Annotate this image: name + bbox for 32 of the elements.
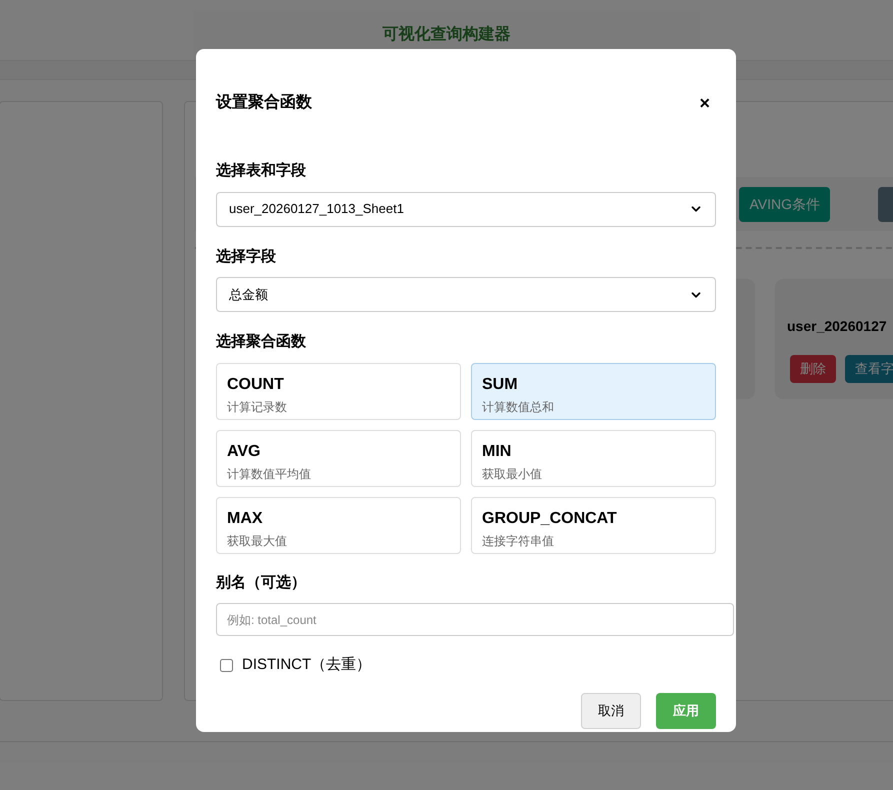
function-option[interactable]: SUM 计算数值总和 — [471, 362, 716, 420]
app-title: 可视化查询构建器 — [382, 24, 510, 45]
function-description: 计算数值平均值 — [227, 466, 312, 482]
checkbox-label: DISTINCT（去重） — [242, 655, 372, 675]
close-button[interactable]: × — [699, 94, 710, 112]
field-label: 选择字段 — [216, 246, 277, 266]
alias-input[interactable]: 例如: total_count — [216, 603, 734, 636]
field-label: 别名（可选） — [216, 572, 307, 592]
function-name: GROUP_CONCAT — [482, 508, 618, 528]
function-name: COUNT — [227, 374, 285, 394]
function-name: MIN — [482, 442, 512, 462]
function-name: AVG — [227, 442, 262, 462]
function-description: 获取最大值 — [227, 532, 288, 550]
field-label: 选择表和字段 — [216, 161, 307, 181]
cancel-button[interactable]: 取消 — [581, 692, 641, 728]
function-option[interactable]: COUNT 计算记录数 — [216, 362, 461, 420]
field-select[interactable]: 总金额 — [216, 277, 716, 312]
function-description: 获取最小值 — [482, 466, 543, 482]
function-description: 计算记录数 — [227, 398, 288, 416]
dialog-title: 设置聚合函数 — [216, 92, 312, 113]
table-name: user_20260127 — [787, 317, 888, 336]
function-name: SUM — [482, 374, 519, 394]
function-name: MAX — [227, 508, 264, 528]
function-option[interactable]: MAX 获取最大值 — [216, 496, 461, 554]
field-label: 选择聚合函数 — [216, 332, 307, 352]
function-option[interactable]: AVG 计算数值平均值 — [216, 430, 461, 486]
function-description: 计算数值总和 — [482, 398, 555, 416]
function-option[interactable]: MIN 获取最小值 — [471, 430, 716, 486]
table-select[interactable]: user_20260127_1013_Sheet1 — [216, 192, 716, 226]
function-option[interactable]: GROUP_CONCAT 连接字符串值 — [471, 496, 716, 554]
distinct-checkbox[interactable] — [220, 658, 233, 672]
function-description: 连接字符串值 — [482, 532, 555, 550]
